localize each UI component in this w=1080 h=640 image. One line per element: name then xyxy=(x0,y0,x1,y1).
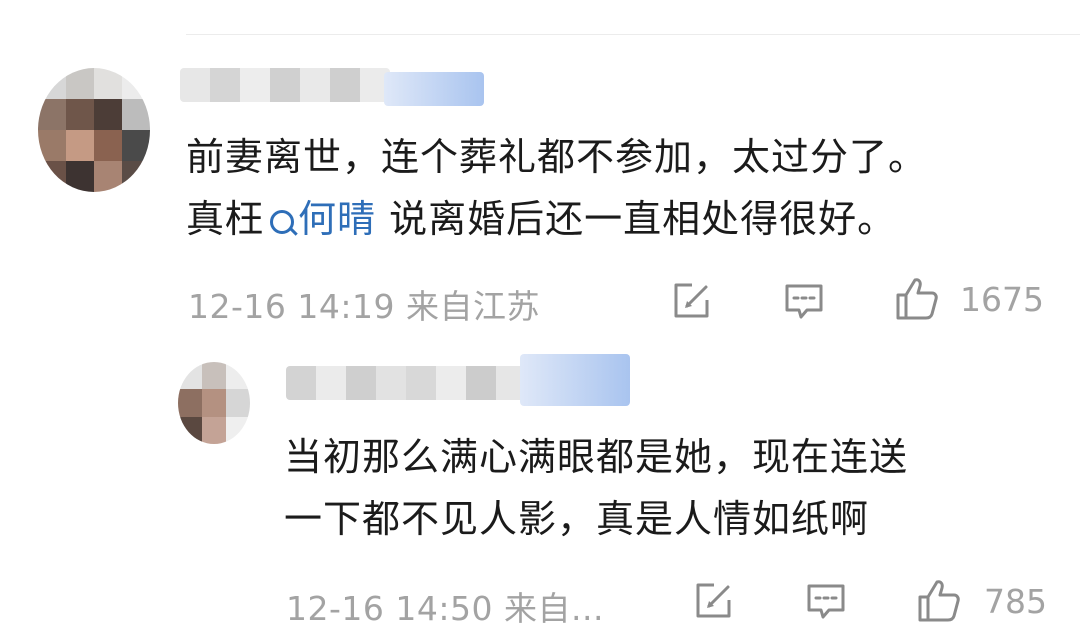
timestamp: 12-16 14:19 xyxy=(188,287,395,326)
comment-meta: 12-16 14:50 来自... xyxy=(286,582,604,630)
comment-text: 前妻离世，连个葬礼都不参加，太过分了。 真枉 何晴 说离婚后还一直相处得很好。 xyxy=(186,126,927,250)
comment-text-line: 前妻离世，连个葬礼都不参加，太过分了。 xyxy=(186,135,928,179)
comment-text-prefix: 真枉 xyxy=(186,197,265,241)
comment-text-line: 一下都不见人影，真是人情如纸啊 xyxy=(284,497,870,541)
thumbs-up-icon[interactable] xyxy=(892,274,942,324)
comment-meta: 12-16 14:19 来自江苏 xyxy=(188,280,540,328)
location: 来自... xyxy=(503,589,604,628)
timestamp: 12-16 14:50 xyxy=(286,589,493,628)
comment-icon[interactable] xyxy=(782,280,826,324)
user-badge xyxy=(520,354,630,406)
topic-label: 何晴 xyxy=(298,197,377,241)
username[interactable] xyxy=(180,68,390,102)
comment-text: 当初那么满心满眼都是她，现在连送 一下都不见人影，真是人情如纸啊 xyxy=(284,426,908,550)
search-topic-icon xyxy=(270,210,295,234)
thumbs-up-icon[interactable] xyxy=(914,576,964,626)
avatar[interactable] xyxy=(38,68,150,192)
location: 来自江苏 xyxy=(405,287,540,326)
username[interactable] xyxy=(286,366,526,400)
comment-icon[interactable] xyxy=(804,580,848,624)
share-icon[interactable] xyxy=(670,280,712,322)
like-count: 1675 xyxy=(960,280,1044,319)
share-icon[interactable] xyxy=(692,580,734,622)
comment-text-line: 当初那么满心满眼都是她，现在连送 xyxy=(284,435,909,479)
comment-text-suffix: 说离婚后还一直相处得很好。 xyxy=(376,197,897,241)
topic-link[interactable]: 何晴 xyxy=(264,197,376,241)
user-badge xyxy=(384,72,484,106)
top-divider xyxy=(186,34,1080,35)
avatar[interactable] xyxy=(178,362,250,444)
like-count: 785 xyxy=(984,582,1047,621)
